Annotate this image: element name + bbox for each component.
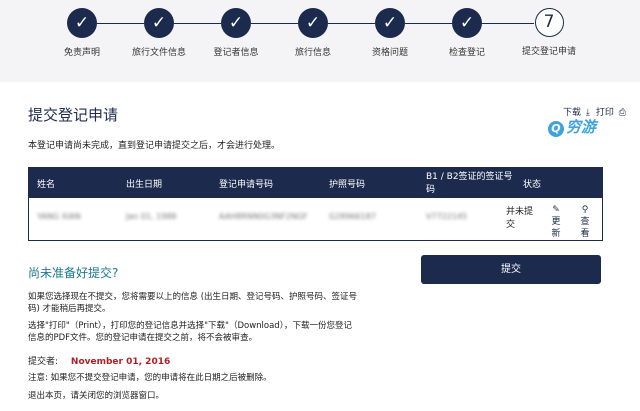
- submit-button[interactable]: 提交: [421, 255, 601, 284]
- cell-passport: G28966187: [329, 212, 376, 221]
- step-submit: 7 提交登记申请: [504, 8, 594, 57]
- update-label: 更新: [551, 217, 561, 239]
- submitter-label: 提交者:: [28, 357, 59, 367]
- print-label: 打印: [595, 108, 614, 118]
- step-label: 检查登记: [448, 48, 485, 58]
- magnifier-icon: ⚲: [581, 205, 589, 215]
- cell-app-no: AAH8RNN0G3NF2NGF: [219, 212, 308, 221]
- watermark-logo: Q 穷游: [547, 116, 596, 137]
- table-header: 姓名 出生日期 登记申请号码 护照号码 B1 / B2签证的签证号码 状态: [29, 168, 602, 198]
- submitter-line: 提交者: November 01, 2016: [28, 354, 170, 367]
- view-button[interactable]: ⚲ 查看: [577, 204, 593, 240]
- printer-icon: ⎙: [618, 108, 626, 118]
- col-visa: B1 / B2签证的签证号码: [426, 172, 513, 195]
- step-review[interactable]: ✓ 检查登记: [422, 8, 512, 58]
- col-dob: 出生日期: [126, 180, 163, 190]
- exit-note: 退出本页，请关闭您的浏览器窗口。: [28, 391, 165, 401]
- col-app-no: 登记申请号码: [219, 180, 274, 190]
- application-table: 姓名 出生日期 登记申请号码 护照号码 B1 / B2签证的签证号码 状态 YA…: [28, 167, 603, 241]
- not-ready-heading: 尚未准备好提交?: [28, 266, 119, 280]
- watermark-text: 穷游: [565, 118, 596, 136]
- check-icon: ✓: [67, 8, 97, 38]
- page-title: 提交登记申请: [28, 106, 119, 124]
- view-label: 查看: [580, 217, 590, 239]
- step-label: 提交登记申请: [521, 47, 576, 57]
- col-passport: 护照号码: [329, 180, 366, 190]
- not-ready-paragraph: 如果您选择现在不提交，您将需要以上的信息 (出生日期、登记号码、护照号码、签证号…: [28, 292, 358, 314]
- check-icon: ✓: [221, 8, 251, 38]
- print-link[interactable]: 打印 ⎙: [596, 105, 626, 118]
- cell-dob: Jan 01, 1988: [126, 212, 177, 221]
- pencil-icon: ✎: [552, 205, 560, 215]
- status-text: 并未提交: [506, 207, 534, 230]
- progress-stepper: ✓ 免责声明 ✓ 旅行文件信息 ✓ 登记者信息 ✓ 旅行信息 ✓ 资格问题 ✓ …: [0, 0, 640, 82]
- check-icon: ✓: [144, 8, 174, 38]
- cell-visa: V7722145: [426, 212, 468, 221]
- table-row: YANG XIAN Jan 01, 1988 AAH8RNN0G3NF2NGF …: [29, 198, 602, 240]
- update-button[interactable]: ✎ 更新: [548, 204, 564, 240]
- check-icon: ✓: [452, 8, 482, 38]
- col-status: 状态: [523, 180, 542, 190]
- col-name: 姓名: [37, 180, 56, 190]
- deletion-note: 注意: 如果您不提交登记申请，您的申请将在此日期之后被删除。: [28, 373, 272, 383]
- print-download-paragraph: 选择"打印"（Print），打印您的登记信息并选择"下载"（Download），…: [28, 321, 352, 343]
- check-icon: ✓: [298, 8, 328, 38]
- cell-name: YANG XIAN: [37, 212, 81, 221]
- logo-icon: Q: [547, 121, 564, 137]
- check-icon: ✓: [375, 8, 405, 38]
- submitter-date: November 01, 2016: [70, 357, 171, 367]
- intro-text: 本登记申请尚未完成，直到登记申请提交之后，才会进行处理。: [28, 141, 281, 151]
- step-number: 7: [534, 8, 564, 37]
